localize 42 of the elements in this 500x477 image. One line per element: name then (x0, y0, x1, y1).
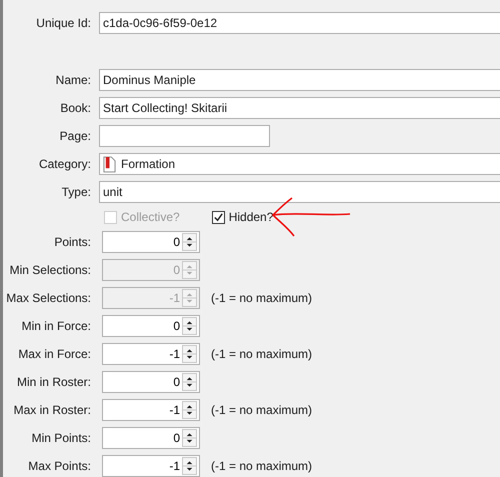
field-label: Unique Id: (36, 15, 91, 32)
spin-arrows-icon[interactable] (182, 429, 197, 447)
category-field[interactable]: Formation (99, 153, 500, 175)
field-label: Max Points: (28, 458, 91, 475)
field-label: Type: (62, 184, 91, 201)
field-label: Name: (56, 72, 91, 89)
text-field[interactable]: Dominus Maniple (99, 69, 500, 91)
spin-arrows-icon[interactable] (182, 345, 197, 363)
field-label: Min Points: (32, 430, 91, 447)
field-label: Category: (38, 156, 91, 173)
field-label: Max in Roster: (14, 402, 91, 419)
field-label: Min in Force: (22, 318, 91, 335)
spin-arrows-icon[interactable] (182, 373, 197, 391)
hint-text: (-1 = no maximum) (211, 290, 312, 307)
number-spinner[interactable]: -1 (102, 399, 200, 421)
document-icon (103, 156, 116, 172)
number-spinner[interactable]: -1 (102, 343, 200, 365)
number-spinner[interactable]: -1 (102, 455, 200, 477)
field-label: Max in Force: (18, 346, 91, 363)
field-label: Max Selections: (6, 290, 91, 307)
spin-arrows-icon[interactable] (182, 457, 197, 475)
number-spinner[interactable]: 0 (102, 231, 200, 253)
checkbox[interactable]: Hidden? (212, 208, 274, 226)
number-spinner[interactable]: 0 (102, 315, 200, 337)
hint-text: (-1 = no maximum) (211, 458, 312, 475)
text-field[interactable]: unit (99, 181, 500, 203)
id-field[interactable]: c1da-0c96-6f59-0e12 (99, 12, 500, 34)
check-icon (212, 212, 224, 222)
spin-arrows-icon[interactable] (182, 401, 197, 419)
number-spinner[interactable]: 0 (102, 427, 200, 449)
field-label: Min in Roster: (16, 374, 91, 391)
field-label: Min Selections: (10, 262, 91, 279)
field-label: Points: (54, 234, 91, 251)
field-label: Book: (60, 100, 91, 117)
spin-arrows-icon[interactable] (182, 233, 197, 251)
text-field[interactable]: Start Collecting! Skitarii (99, 97, 500, 119)
spin-arrows-icon[interactable] (182, 317, 197, 335)
field-label: Page: (60, 128, 91, 145)
hint-text: (-1 = no maximum) (211, 402, 312, 419)
number-spinner[interactable]: 0 (102, 371, 200, 393)
hint-text: (-1 = no maximum) (211, 346, 312, 363)
text-field[interactable] (99, 125, 270, 147)
